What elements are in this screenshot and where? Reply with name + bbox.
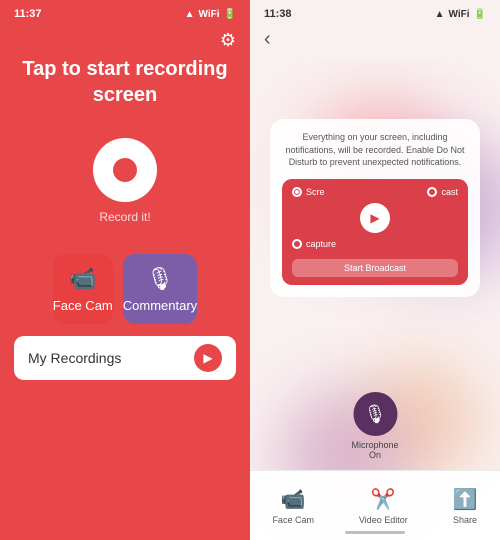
face-cam-tab-icon: 📹 xyxy=(281,487,306,512)
record-button-area[interactable]: Record it! xyxy=(93,138,157,224)
main-heading: Tap to start recording screen xyxy=(0,56,250,108)
start-broadcast-button[interactable]: Start Broadcast xyxy=(292,259,458,277)
record-label: Record it! xyxy=(99,210,150,224)
video-editor-tab-label: Video Editor xyxy=(359,515,408,525)
gear-button[interactable]: ⚙ xyxy=(220,30,236,51)
left-panel: 11:37 ▲ WiFi 🔋 ⚙ Tap to start recording … xyxy=(0,0,250,540)
face-cam-icon: 📹 xyxy=(69,266,96,292)
microphone-icon: 🎙 xyxy=(364,404,387,425)
share-tab-label: Share xyxy=(453,515,477,525)
right-panel: 11:38 ▲ WiFi 🔋 ‹ Everything on your scre… xyxy=(250,0,500,540)
right-status-icons: ▲ WiFi 🔋 xyxy=(435,9,486,20)
broadcast-popup: Everything on your screen, including not… xyxy=(270,119,480,297)
recordings-label: My Recordings xyxy=(28,350,121,366)
screen-option[interactable]: Scre xyxy=(292,187,325,197)
screen-label: Scre xyxy=(306,187,325,197)
phone-content-area: Everything on your screen, including not… xyxy=(250,59,500,540)
right-status-bar: 11:38 ▲ WiFi 🔋 xyxy=(250,0,500,24)
back-button[interactable]: ‹ xyxy=(250,24,500,59)
face-cam-tab-label: Face Cam xyxy=(272,515,314,525)
left-time: 11:37 xyxy=(14,8,42,20)
commentary-icon: 🎙 xyxy=(146,266,174,292)
home-indicator xyxy=(345,531,405,534)
broadcast-options: Scre cast ▶ capture Start Broadcast xyxy=(282,179,468,285)
face-cam-button[interactable]: 📹 Face Cam xyxy=(53,254,113,324)
my-recordings-bar[interactable]: My Recordings ▶ xyxy=(14,336,236,380)
arrow-icon: ▶ xyxy=(203,351,212,365)
tab-share[interactable]: ⬆️ Share xyxy=(453,487,478,525)
start-broadcast-label: Start Broadcast xyxy=(344,263,406,273)
share-tab-icon: ⬆️ xyxy=(453,487,478,512)
play-button[interactable]: ▶ xyxy=(360,203,390,233)
cast-radio[interactable] xyxy=(427,187,437,197)
left-status-icons: ▲ WiFi 🔋 xyxy=(185,9,236,20)
commentary-button[interactable]: 🎙 Commentary xyxy=(123,254,197,324)
tab-face-cam[interactable]: 📹 Face Cam xyxy=(272,487,314,525)
microphone-circle[interactable]: 🎙 xyxy=(353,392,397,436)
broadcast-top-row: Scre cast xyxy=(292,187,458,197)
right-time: 11:38 xyxy=(264,8,292,20)
record-circle[interactable] xyxy=(93,138,157,202)
face-cam-label: Face Cam xyxy=(53,298,113,313)
cast-label: cast xyxy=(441,187,458,197)
record-dot xyxy=(113,158,137,182)
bottom-tab-bar: 📹 Face Cam ✂️ Video Editor ⬆️ Share xyxy=(250,470,500,540)
recordings-arrow: ▶ xyxy=(194,344,222,372)
left-status-bar: 11:37 ▲ WiFi 🔋 xyxy=(0,0,250,24)
broadcast-bottom-row: capture xyxy=(292,239,458,249)
video-editor-tab-icon: ✂️ xyxy=(371,487,396,512)
capture-option[interactable]: capture xyxy=(292,239,336,249)
action-buttons-row: 📹 Face Cam 🎙 Commentary xyxy=(39,254,211,324)
microphone-area[interactable]: 🎙 MicrophoneOn xyxy=(351,392,398,460)
screen-radio[interactable] xyxy=(292,187,302,197)
microphone-label: MicrophoneOn xyxy=(351,440,398,460)
capture-label: capture xyxy=(306,239,336,249)
commentary-label: Commentary xyxy=(123,298,197,313)
capture-radio[interactable] xyxy=(292,239,302,249)
back-icon: ‹ xyxy=(264,28,271,50)
broadcast-info-text: Everything on your screen, including not… xyxy=(282,131,468,169)
cast-option[interactable]: cast xyxy=(427,187,458,197)
gear-icon: ⚙ xyxy=(220,30,236,50)
tab-video-editor[interactable]: ✂️ Video Editor xyxy=(359,487,408,525)
